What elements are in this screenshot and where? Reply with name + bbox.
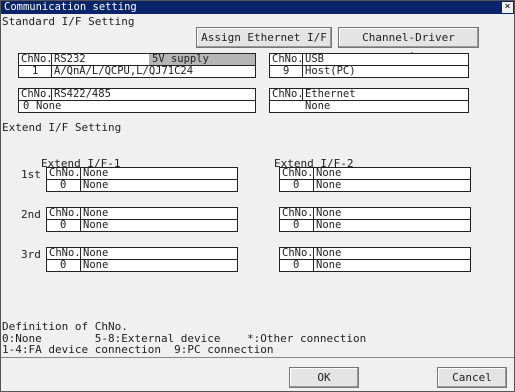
cancel-button[interactable]: Cancel — [437, 367, 507, 388]
rs232-driver: A/QnA/L/QCPU,L/QJ71C24 — [54, 65, 194, 77]
extend-name: None — [316, 247, 342, 259]
rs232-ch-number: 1 — [32, 65, 39, 77]
extend-ch-header: ChNo. — [49, 167, 81, 179]
extend-1-setting[interactable]: ChNo. None 0 None — [46, 167, 238, 192]
extend-ch-number: 0 — [293, 219, 300, 231]
ethernet-driver: None — [305, 100, 331, 112]
channel-driver-assign-button[interactable]: Channel-Driver assign — [338, 27, 479, 63]
rs422-485-setting[interactable]: ChNo. RS422/485 0 None — [18, 88, 256, 113]
extend-driver: None — [316, 259, 342, 271]
usb-label: USB — [305, 53, 324, 65]
extend-ch-number: 0 — [293, 259, 300, 271]
rs232-setting[interactable]: ChNo. RS232 5V supply 1 A/QnA/L/QCPU,L/Q… — [18, 53, 256, 78]
extend-ch-header: ChNo. — [49, 247, 81, 259]
extend-name: None — [83, 247, 109, 259]
extend-2-setting[interactable]: ChNo. None 0 None — [279, 207, 471, 232]
usb-ch-number: 9 — [283, 65, 290, 77]
extend-1-setting[interactable]: ChNo. None 0 None — [46, 247, 238, 272]
title-bar: Communication setting × — [1, 1, 514, 14]
close-icon[interactable]: × — [502, 2, 513, 13]
window-title: Communication setting — [4, 1, 137, 13]
extend-name: None — [83, 207, 109, 219]
extend-name: None — [316, 207, 342, 219]
usb-driver: Host(PC) — [305, 65, 356, 77]
extend-if-heading: Extend I/F Setting — [2, 121, 122, 134]
extend-ch-number: 0 — [60, 259, 67, 271]
supply-indicator: 5V supply — [149, 54, 255, 65]
extend-row-label: 2nd — [21, 208, 41, 221]
usb-setting[interactable]: ChNo. USB 9 Host(PC) — [269, 53, 469, 78]
extend-driver: None — [316, 179, 342, 191]
extend-name: None — [83, 167, 109, 179]
extend-row-label: 3rd — [21, 248, 41, 261]
extend-row-label: 1st — [21, 168, 41, 181]
usb-ch-header: ChNo. — [272, 53, 304, 65]
extend-ch-header: ChNo. — [282, 207, 314, 219]
extend-driver: None — [83, 259, 109, 271]
extend-name: None — [316, 167, 342, 179]
extend-ch-header: ChNo. — [282, 167, 314, 179]
extend-driver: None — [83, 219, 109, 231]
rs232-ch-header: ChNo. — [21, 53, 53, 65]
ethernet-label: Ethernet — [305, 88, 356, 100]
divider — [1, 357, 514, 358]
rs232-label: RS232 — [54, 53, 86, 65]
extend-ch-number: 0 — [60, 219, 67, 231]
definition-line-2: 1-4:FA device connection 9:PC connection — [2, 343, 274, 356]
extend-driver: None — [83, 179, 109, 191]
communication-setting-window: Communication setting × Standard I/F Set… — [0, 0, 515, 392]
ethernet-ch-header: ChNo. — [272, 88, 304, 100]
extend-ch-header: ChNo. — [49, 207, 81, 219]
extend-ch-number: 0 — [60, 179, 67, 191]
standard-if-heading: Standard I/F Setting — [2, 15, 135, 28]
rs422-ch-header: ChNo. — [21, 88, 53, 100]
ok-button[interactable]: OK — [289, 367, 359, 388]
assign-ethernet-button[interactable]: Assign Ethernet I/F — [196, 27, 332, 48]
extend-2-setting[interactable]: ChNo. None 0 None — [279, 167, 471, 192]
extend-driver: None — [316, 219, 342, 231]
extend-ch-header: ChNo. — [282, 247, 314, 259]
extend-ch-number: 0 — [293, 179, 300, 191]
ethernet-setting[interactable]: ChNo. Ethernet None — [269, 88, 469, 113]
extend-1-setting[interactable]: ChNo. None 0 None — [46, 207, 238, 232]
rs422-ch-number: 0 — [23, 100, 30, 112]
rs422-label: RS422/485 — [54, 88, 111, 100]
extend-2-setting[interactable]: ChNo. None 0 None — [279, 247, 471, 272]
definition-title: Definition of ChNo. — [2, 320, 128, 333]
rs422-driver: None — [36, 100, 62, 112]
